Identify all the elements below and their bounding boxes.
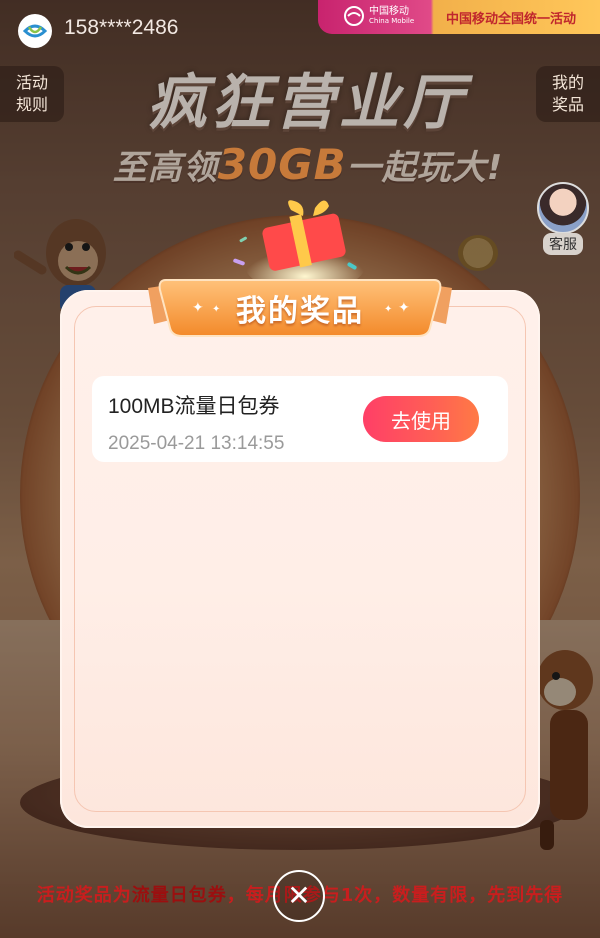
prize-name: 100MB流量日包券	[108, 395, 280, 418]
hero-sub-highlight: 30GB	[217, 140, 347, 189]
hero-sub-prefix: 至高领	[112, 148, 218, 188]
close-icon: ✕	[287, 879, 311, 912]
china-mobile-mark-icon	[344, 6, 364, 26]
my-prizes-label-line1: 我的	[551, 73, 584, 92]
brand-logo: 中国移动 China Mobile	[343, 5, 414, 27]
sparkle-icon: ✦	[212, 304, 221, 315]
close-modal-button[interactable]: ✕	[273, 870, 325, 922]
prize-timestamp: 2025-04-21 13:14:55	[108, 433, 285, 454]
rules-label-line2: 规则	[15, 95, 48, 114]
rules-label-line1: 活动	[15, 73, 48, 92]
hero-sub-suffix: 一起玩大!	[346, 148, 504, 188]
footer-text-highlight: 流量日包券	[131, 885, 227, 906]
hero-subtitle: 至高领30GB一起玩大!	[78, 140, 538, 189]
campaign-slogan: 中国移动全国统一活动	[446, 12, 577, 27]
brand-name-cn: 中国移动	[369, 6, 409, 17]
service-avatar-icon	[537, 182, 589, 234]
sparkle-icon: ✦	[384, 304, 393, 315]
phone-number: 158****2486	[64, 16, 179, 39]
my-prizes-label-line2: 奖品	[551, 95, 584, 114]
china-mobile-logo-icon	[18, 14, 52, 48]
customer-service-label: 客服	[543, 233, 583, 255]
sparkle-icon: ✦	[398, 300, 410, 316]
rules-button[interactable]: 活动 规则	[0, 66, 64, 122]
footer-text-a: 活动奖品为	[36, 885, 132, 906]
hero-title: 疯狂营业厅	[147, 68, 467, 138]
my-prizes-button[interactable]: 我的 奖品	[536, 66, 600, 122]
use-prize-button[interactable]: 去使用	[363, 396, 479, 442]
sparkle-icon: ✦	[192, 300, 204, 316]
customer-service-button[interactable]: 客服	[534, 182, 592, 255]
brand-name-en: China Mobile	[369, 17, 415, 25]
